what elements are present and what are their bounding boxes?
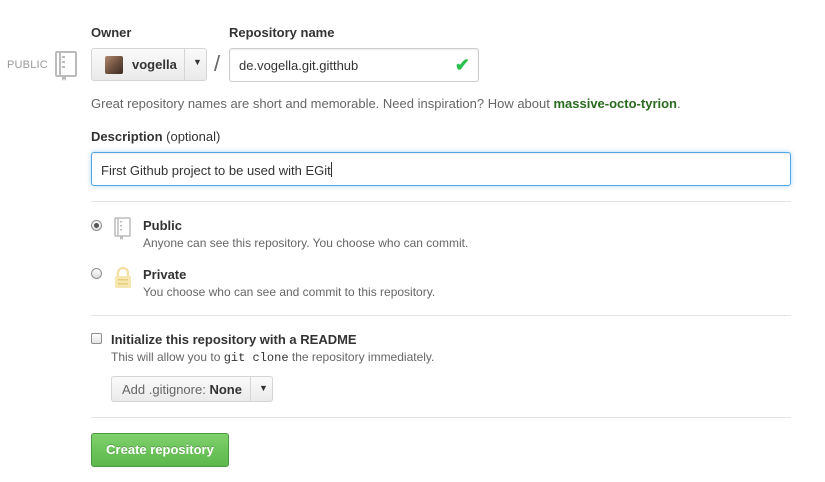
gitignore-value: None [209,382,242,397]
readme-title: Initialize this repository with a README [111,332,357,347]
visibility-badge: PUBLIC [7,59,48,71]
description-label: Description (optional) [91,129,220,144]
public-option-desc: Anyone can see this repository. You choo… [143,236,469,250]
owner-name: vogella [132,57,177,72]
description-label-text: Description [91,129,163,144]
readme-desc-before: This will allow you to [111,350,224,364]
name-hint: Great repository names are short and mem… [91,96,681,111]
readme-desc-after: the repository immediately. [288,350,435,364]
readme-checkbox[interactable] [91,333,102,344]
create-repository-button[interactable]: Create repository [91,433,229,467]
private-radio[interactable] [91,268,102,279]
gitignore-select-button[interactable]: Add .gitignore: None ▼ [111,376,273,402]
divider [91,201,791,202]
repo-book-icon [53,50,79,82]
private-option-desc: You choose who can see and commit to thi… [143,285,436,299]
readme-desc-code: git clone [223,351,289,365]
name-suggestion-link[interactable]: massive-octo-tyrion [553,96,677,111]
chevron-down-icon[interactable]: ▼ [193,57,202,67]
repo-book-icon [113,217,133,244]
repository-name-label: Repository name [229,25,335,40]
repository-name-value: de.vogella.git.gitthub [239,58,359,73]
owner-repo-separator: / [214,51,221,76]
description-input[interactable]: First Github project to be used with EGi… [91,152,791,186]
text-cursor [330,162,332,177]
description-value-text: First Github project to be used with EGi… [101,163,331,178]
owner-select-button[interactable]: vogella ▼ [91,48,207,81]
gitignore-label: Add .gitignore: None [122,382,242,397]
repository-name-input[interactable]: de.vogella.git.gitthub ✔ [229,48,479,82]
readme-desc: This will allow you to git clone the rep… [111,350,434,365]
chevron-down-icon[interactable]: ▼ [259,383,268,393]
divider [91,417,791,418]
public-radio[interactable] [91,220,102,231]
description-value: First Github project to be used with EGi… [101,162,332,178]
avatar [105,56,123,74]
owner-select-divider [184,49,185,80]
name-hint-end: . [677,96,681,111]
owner-label: Owner [91,25,132,40]
checkmark-icon: ✔ [454,55,470,75]
gitignore-select-divider [250,377,251,401]
lock-icon [113,266,133,293]
gitignore-prefix: Add .gitignore: [122,382,206,397]
description-optional-text: (optional) [166,129,221,144]
name-hint-text: Great repository names are short and mem… [91,96,554,111]
private-option-title: Private [143,267,187,282]
public-option-title: Public [143,218,183,233]
divider [91,315,791,316]
